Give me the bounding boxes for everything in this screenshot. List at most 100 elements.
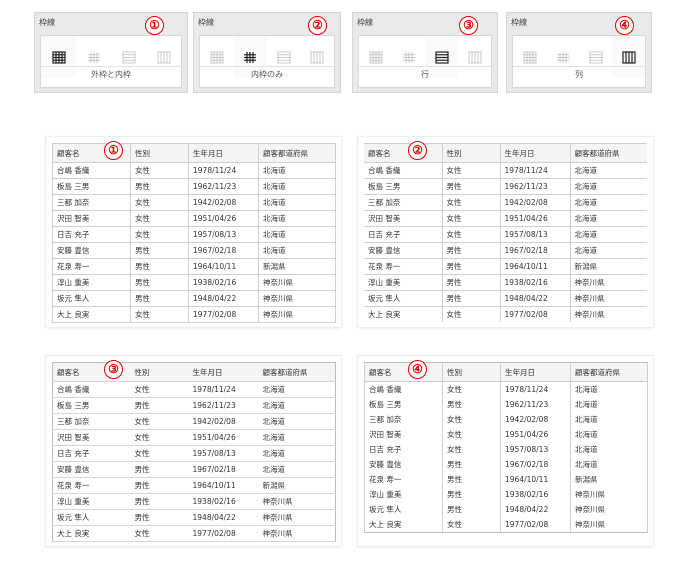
table-row: 淳山 重美 男性 1938/02/16 神奈川県 xyxy=(52,493,336,510)
table-cell: 1978/11/24 xyxy=(188,162,259,179)
table-row: 三都 加奈 女性 1942/02/08 北海道 xyxy=(52,194,336,211)
border-panel-3: 枠線 行 ③ xyxy=(352,12,498,93)
table-cell: 神奈川県 xyxy=(569,274,647,291)
table-cell: 1948/04/22 xyxy=(188,509,259,526)
table-cell: 神奈川県 xyxy=(570,517,648,533)
table-row: 安藤 豊信 男性 1967/02/18 北海道 xyxy=(52,242,336,259)
table-cell: 1942/02/08 xyxy=(500,412,571,427)
table-cell: 三都 加奈 xyxy=(52,413,131,430)
table-cell: 1977/02/08 xyxy=(500,517,571,533)
column-header: 顧客都道府県 xyxy=(258,362,336,382)
table-cell: 1962/11/23 xyxy=(499,178,571,195)
column-header: 顧客都道府県 xyxy=(569,143,647,163)
table-cell: 男性 xyxy=(130,477,189,494)
table-cell: 男性 xyxy=(442,457,501,472)
table-cell: 1957/08/13 xyxy=(500,442,571,457)
table-cell: 板島 三男 xyxy=(52,178,131,195)
column-header: 生年月日 xyxy=(188,143,259,163)
table-cell: 女性 xyxy=(130,194,189,211)
table-row: 坂元 隼人 男性 1948/04/22 神奈川県 xyxy=(52,290,336,307)
table-row: 淳山 重美 男性 1938/02/16 神奈川県 xyxy=(364,487,648,502)
table-header-row: 顧客名 性別 生年月日 顧客都道府県 xyxy=(364,362,648,382)
table-cell: 新潟県 xyxy=(569,258,647,275)
column-header: 顧客都道府県 xyxy=(570,362,648,382)
table-row: 沢田 智美 女性 1951/04/26 北海道 xyxy=(364,427,648,442)
table-cell: 1978/11/24 xyxy=(188,381,259,398)
table-row: 花泉 寿一 男性 1964/10/11 新潟県 xyxy=(52,477,336,494)
table-cell: 板島 三男 xyxy=(52,397,131,414)
table-cell: 1962/11/23 xyxy=(500,397,571,412)
table-row: 花泉 寿一 男性 1964/10/11 新潟県 xyxy=(364,472,648,487)
table-cell: 沢田 智美 xyxy=(52,429,131,446)
table-cell: 坂元 隼人 xyxy=(364,502,443,517)
table-cell: 神奈川県 xyxy=(258,509,336,526)
table-row: 大上 良実 女性 1977/02/08 神奈川県 xyxy=(364,517,648,533)
table-row: 板島 三男 男性 1962/11/23 北海道 xyxy=(364,178,647,195)
table-cell: 神奈川県 xyxy=(258,306,336,323)
table-cell: 男性 xyxy=(130,274,189,291)
table-row: 日吉 充子 女性 1957/08/13 北海道 xyxy=(52,226,336,243)
table-cell: 女性 xyxy=(130,381,189,398)
panel-caption: 内枠のみ xyxy=(200,66,334,83)
marker-badge: ④ xyxy=(408,360,427,379)
border-options: 内枠のみ xyxy=(199,35,335,88)
border-options: 列 xyxy=(512,35,646,88)
table-cell: 男性 xyxy=(441,290,501,307)
table-cell: 新潟県 xyxy=(258,477,336,494)
border-options: 行 xyxy=(358,35,492,88)
inner-borders-icon xyxy=(401,50,417,65)
customer-table: 顧客名 性別 生年月日 顧客都道府県 合嶋 香織 女性 1978/11/24 北海道 板島 三男… xyxy=(364,143,647,322)
table-cell: 女性 xyxy=(442,442,501,457)
table-cell: 安藤 豊信 xyxy=(52,242,131,259)
table-cell: 1977/02/08 xyxy=(499,306,571,322)
table-row: 坂元 隼人 男性 1948/04/22 神奈川県 xyxy=(52,509,336,526)
column-header: 顧客名 xyxy=(364,143,443,163)
table-row: 三都 加奈 女性 1942/02/08 北海道 xyxy=(364,412,648,427)
marker-badge: ③ xyxy=(104,360,123,379)
table-row: 坂元 隼人 男性 1948/04/22 神奈川県 xyxy=(364,502,648,517)
table-cell: 男性 xyxy=(130,242,189,259)
table-cell: 女性 xyxy=(130,306,189,323)
table-row: 合嶋 香織 女性 1978/11/24 北海道 xyxy=(364,162,647,179)
table-cell: 1942/02/08 xyxy=(499,194,571,211)
table-cell: 神奈川県 xyxy=(570,487,648,502)
table-cell: 1938/02/16 xyxy=(188,493,259,510)
border-panel-4: 枠線 列 ④ xyxy=(506,12,652,93)
table-cell: 北海道 xyxy=(570,381,648,397)
table-cell: 1977/02/08 xyxy=(188,306,259,323)
table-cell: 1978/11/24 xyxy=(499,162,571,179)
table-cell: 淳山 重美 xyxy=(52,493,131,510)
panel-caption: 行 xyxy=(359,66,491,83)
table-cell: 北海道 xyxy=(570,427,648,442)
table-cell: 女性 xyxy=(442,381,501,397)
row-borders-icon xyxy=(121,50,137,65)
table-cell: 北海道 xyxy=(258,178,336,195)
table-cell: 北海道 xyxy=(569,226,647,243)
table-cell: 板島 三男 xyxy=(364,178,443,195)
table-cell: 女性 xyxy=(441,210,501,227)
table-cell: 男性 xyxy=(130,290,189,307)
table-cell: 三都 加奈 xyxy=(364,194,443,211)
table-cell: 北海道 xyxy=(258,162,336,179)
table-row: 板島 三男 男性 1962/11/23 北海道 xyxy=(52,178,336,195)
table-cell: 男性 xyxy=(442,472,501,487)
column-header: 生年月日 xyxy=(500,362,571,382)
table-row: 日吉 充子 女性 1957/08/13 北海道 xyxy=(52,445,336,462)
table-row: 三都 加奈 女性 1942/02/08 北海道 xyxy=(364,194,647,211)
column-header: 生年月日 xyxy=(499,143,571,163)
table-cell: 淳山 重美 xyxy=(52,274,131,291)
table-cell: 大上 良実 xyxy=(52,525,131,542)
table-cell: 女性 xyxy=(441,306,501,322)
table-cell: 男性 xyxy=(441,242,501,259)
table-cell: 男性 xyxy=(442,487,501,502)
table-cell: 花泉 寿一 xyxy=(364,472,443,487)
table-cell: 女性 xyxy=(441,226,501,243)
table-cell: 日吉 充子 xyxy=(52,445,131,462)
table-row: 沢田 智美 女性 1951/04/26 北海道 xyxy=(52,429,336,446)
all-borders-icon xyxy=(51,50,67,65)
table-cell: 合嶋 香織 xyxy=(52,162,131,179)
marker-badge: ① xyxy=(145,16,164,35)
table-row: 日吉 充子 女性 1957/08/13 北海道 xyxy=(364,442,648,457)
table-cell: 男性 xyxy=(442,502,501,517)
all-borders-icon xyxy=(368,50,384,65)
